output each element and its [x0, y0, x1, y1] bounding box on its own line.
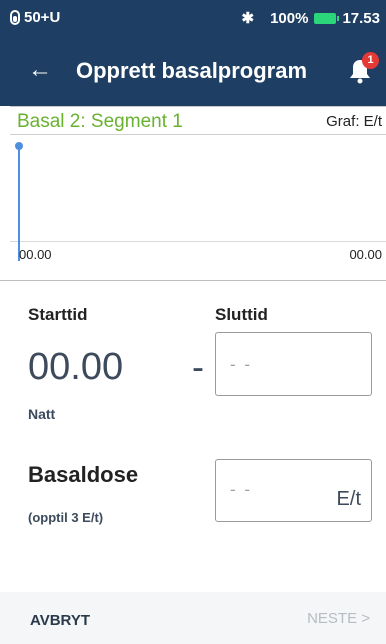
battery-icon: [314, 12, 340, 24]
time-separator: -: [192, 346, 204, 387]
cancel-button[interactable]: AVBRYT: [30, 612, 90, 629]
status-right: ✱ 100% 17.53: [241, 9, 381, 28]
next-button[interactable]: NESTE >: [307, 610, 370, 627]
basal-dose-hint: (opptil 3 E/t): [28, 510, 104, 525]
end-time-label: Sluttid: [215, 305, 268, 324]
footer-bar: AVBRYT NESTE >: [0, 592, 386, 644]
section-divider: [0, 280, 386, 281]
bluetooth-icon: ✱: [241, 10, 255, 27]
basal-dose-placeholder: - -: [230, 480, 253, 499]
graph-end-tick: 00.00: [349, 247, 382, 262]
graph-unit-label: Graf: E/t: [326, 113, 382, 130]
battery-percent: 100%: [270, 9, 309, 27]
pod-status: 50+U: [10, 9, 60, 26]
segment-start-marker: [18, 145, 20, 261]
status-bar: 50+U ✱ 100% 17.53: [0, 0, 386, 36]
start-time-value: 00.00: [28, 346, 124, 388]
end-time-field[interactable]: - -: [215, 332, 372, 396]
basal-dose-field[interactable]: - - E/t: [215, 459, 372, 522]
page-title: Opprett basalprogram: [76, 58, 308, 83]
back-arrow-icon[interactable]: ←: [28, 58, 52, 82]
start-time-period: Natt: [28, 406, 56, 422]
pod-icon: [10, 10, 20, 25]
segment-start-dot: [15, 142, 23, 150]
segment-label: Basal 2: Segment 1: [17, 111, 183, 132]
start-time-label: Starttid: [28, 305, 88, 324]
graph-start-tick: 00.00: [19, 247, 52, 262]
end-time-placeholder: - -: [230, 355, 253, 374]
pod-status-text: 50+U: [24, 9, 61, 26]
basal-dose-label: Basaldose: [28, 462, 139, 487]
notification-badge: 1: [362, 52, 379, 69]
basal-dose-unit: E/t: [336, 488, 361, 510]
basal-graph: Basal 2: Segment 1 Graf: E/t 00.00 00.00: [10, 106, 386, 278]
clock: 17.53: [342, 9, 380, 27]
app-bar: ← Opprett basalprogram 1: [0, 36, 386, 106]
graph-top-line: [10, 134, 386, 135]
graph-baseline: [10, 241, 386, 242]
